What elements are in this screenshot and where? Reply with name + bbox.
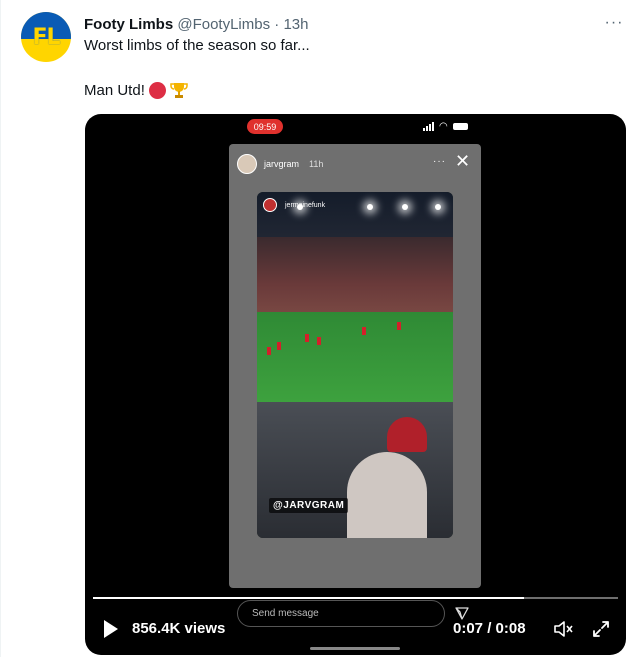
- video-player[interactable]: 09:59 ◠ jarvgram 11h ··· ✕ jermainefunk …: [85, 114, 626, 655]
- fullscreen-icon[interactable]: [590, 618, 612, 640]
- tweet-text-line1: Worst limbs of the season so far...: [84, 37, 310, 54]
- story-avatar: [237, 154, 257, 174]
- more-options-icon[interactable]: ···: [603, 12, 625, 34]
- video-progress-fill: [93, 597, 524, 599]
- story-video-frame: jermainefunk @JARVGRAM: [257, 192, 453, 538]
- red-circle-emoji-icon: [148, 81, 166, 99]
- avatar-logo: FL: [32, 24, 60, 50]
- inner-story-avatar: [263, 198, 277, 212]
- header-separator: ·: [274, 16, 280, 33]
- inner-story-username: jermainefunk: [285, 202, 326, 209]
- story-watermark: @JARVGRAM: [269, 498, 349, 513]
- view-count: 856.4K views: [132, 620, 226, 637]
- phone-home-indicator: [310, 647, 400, 650]
- story-username: jarvgram: [264, 159, 300, 169]
- send-arrow-icon: [455, 607, 469, 620]
- trophy-emoji-icon: [170, 83, 188, 98]
- tweet-text-man-utd: Man Utd!: [84, 81, 145, 99]
- phone-status-icons: ◠: [423, 121, 468, 132]
- author-name[interactable]: Footy Limbs: [84, 16, 173, 33]
- column-border: [0, 0, 1, 657]
- play-icon[interactable]: [103, 619, 119, 639]
- signal-icon: [423, 122, 434, 131]
- story-age: 11h: [309, 159, 324, 169]
- video-timecode: 0:07 / 0:08: [453, 620, 526, 637]
- battery-icon: [452, 123, 468, 130]
- story-close-icon: ✕: [455, 151, 471, 171]
- volume-icon[interactable]: [552, 618, 574, 640]
- send-message-field: Send message: [237, 600, 445, 627]
- tweet-time[interactable]: 13h: [283, 16, 308, 33]
- video-progress-bar[interactable]: [93, 597, 618, 599]
- phone-status-time: 09:59: [247, 119, 283, 134]
- author-avatar[interactable]: FL: [21, 12, 71, 62]
- wifi-icon: ◠: [439, 121, 448, 132]
- tweet-text-line2: Man Utd!: [84, 81, 188, 99]
- author-handle[interactable]: @FootyLimbs: [177, 16, 270, 33]
- tweet-header: Footy Limbs @FootyLimbs · 13h: [84, 16, 308, 33]
- story-frame: jarvgram 11h ··· ✕ jermainefunk @JARVGRA…: [229, 144, 481, 588]
- story-more-icon: ···: [433, 156, 446, 167]
